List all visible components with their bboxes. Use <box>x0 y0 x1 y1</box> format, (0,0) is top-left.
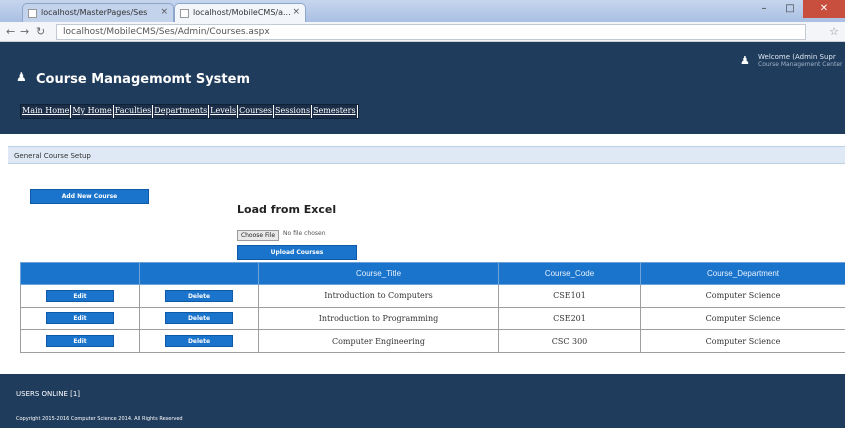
menu-strip: Main Home My Home Faculties Departments … <box>0 88 845 134</box>
browser-window: localhost/MasterPages/Ses × localhost/Mo… <box>0 0 845 428</box>
bookmark-star-icon[interactable]: ☆ <box>829 25 839 38</box>
table-header-row: Course_Title Course_Code Course_Departme… <box>20 262 845 285</box>
page-icon <box>28 9 37 18</box>
main-menu: Main Home My Home Faculties Departments … <box>20 104 359 119</box>
menu-item-sessions[interactable]: Sessions <box>274 105 312 118</box>
course-code-cell: CSE201 <box>498 306 641 331</box>
add-course-button[interactable]: Add New Course <box>30 189 149 204</box>
column-header-title[interactable]: Course_Title <box>258 262 499 285</box>
upload-courses-button[interactable]: Upload Courses <box>237 245 357 260</box>
course-department-cell: Computer Science <box>640 306 845 331</box>
delete-button[interactable]: Delete <box>165 312 233 325</box>
account-icon: ♟ <box>740 54 750 67</box>
load-excel-title: Load from Excel <box>237 203 337 216</box>
course-department-cell: Computer Science <box>640 284 845 308</box>
url-field[interactable]: localhost/MobileCMS/Ses/Admin/Courses.as… <box>56 24 806 40</box>
app-title: Course Managemomt System <box>36 72 250 87</box>
column-header-code[interactable]: Course_Code <box>498 262 641 285</box>
course-title-cell: Computer Engineering <box>258 329 499 353</box>
close-tab-icon[interactable]: × <box>160 7 168 17</box>
app-header: ♟ Course Managemomt System ♟ Welcome (Ad… <box>0 42 845 88</box>
user-icon: ♟ <box>16 70 27 84</box>
delete-button[interactable]: Delete <box>165 335 233 348</box>
course-department-cell: Computer Science <box>640 329 845 353</box>
menu-item-semesters[interactable]: Semesters <box>312 105 357 118</box>
course-title-cell: Introduction to Programming <box>258 306 499 331</box>
delete-button[interactable]: Delete <box>165 289 233 302</box>
file-status: No file chosen <box>283 230 326 237</box>
browser-tab-1[interactable]: localhost/MasterPages/Ses × <box>22 3 174 22</box>
menu-item-departments[interactable]: Departments <box>153 105 209 118</box>
copyright-text: Copyright 2015-2016 Computer Science 201… <box>16 416 183 422</box>
menu-item-my-home[interactable]: My Home <box>71 105 113 118</box>
course-code-cell: CSC 300 <box>498 329 641 353</box>
minimize-button[interactable]: – <box>751 0 777 18</box>
edit-button[interactable]: Edit <box>46 335 114 348</box>
table-row: Edit Delete Introduction to Programming … <box>20 306 845 331</box>
user-role: Course Management Center <box>758 61 843 68</box>
menu-item-faculties[interactable]: Faculties <box>113 105 153 118</box>
close-tab-icon[interactable]: × <box>292 7 300 17</box>
close-window-button[interactable]: ✕ <box>803 0 845 18</box>
course-code-cell: CSE101 <box>498 284 641 308</box>
tab-label: localhost/MasterPages/Ses <box>41 8 148 17</box>
section-title: General Course Setup <box>8 146 845 164</box>
browser-titlebar: localhost/MasterPages/Ses × localhost/Mo… <box>0 0 845 22</box>
reload-icon[interactable]: ↻ <box>36 25 45 38</box>
user-name[interactable]: Welcome (Admin Supr <box>758 53 836 61</box>
back-arrow-icon[interactable]: ← <box>6 25 15 38</box>
column-header-department[interactable]: Course_Department <box>640 262 845 285</box>
courses-table: Course_Title Course_Code Course_Departme… <box>20 262 845 353</box>
menu-item-main-home[interactable]: Main Home <box>21 105 71 118</box>
menu-item-levels[interactable]: Levels <box>209 105 238 118</box>
column-header-delete <box>139 262 259 285</box>
table-row: Edit Delete Computer Engineering CSC 300… <box>20 329 845 353</box>
users-online: USERS ONLINE [1] <box>16 390 81 398</box>
course-title-cell: Introduction to Computers <box>258 284 499 308</box>
maximize-button[interactable]: □ <box>777 0 803 18</box>
window-controls: – □ ✕ <box>751 0 845 18</box>
choose-file-button[interactable]: Choose File <box>237 230 279 241</box>
address-bar: ← → ↻ localhost/MobileCMS/Ses/Admin/Cour… <box>0 22 845 42</box>
page-icon <box>180 9 189 18</box>
page-footer: USERS ONLINE [1] Copyright 2015-2016 Com… <box>0 374 845 428</box>
table-row: Edit Delete Introduction to Computers CS… <box>20 284 845 308</box>
browser-tab-2[interactable]: localhost/MobileCMS/a... × <box>174 3 306 22</box>
column-header-edit <box>20 262 140 285</box>
edit-button[interactable]: Edit <box>46 312 114 325</box>
menu-item-courses[interactable]: Courses <box>238 105 273 118</box>
tab-label: localhost/MobileCMS/a... <box>193 8 291 17</box>
forward-arrow-icon[interactable]: → <box>20 25 29 38</box>
edit-button[interactable]: Edit <box>46 289 114 302</box>
